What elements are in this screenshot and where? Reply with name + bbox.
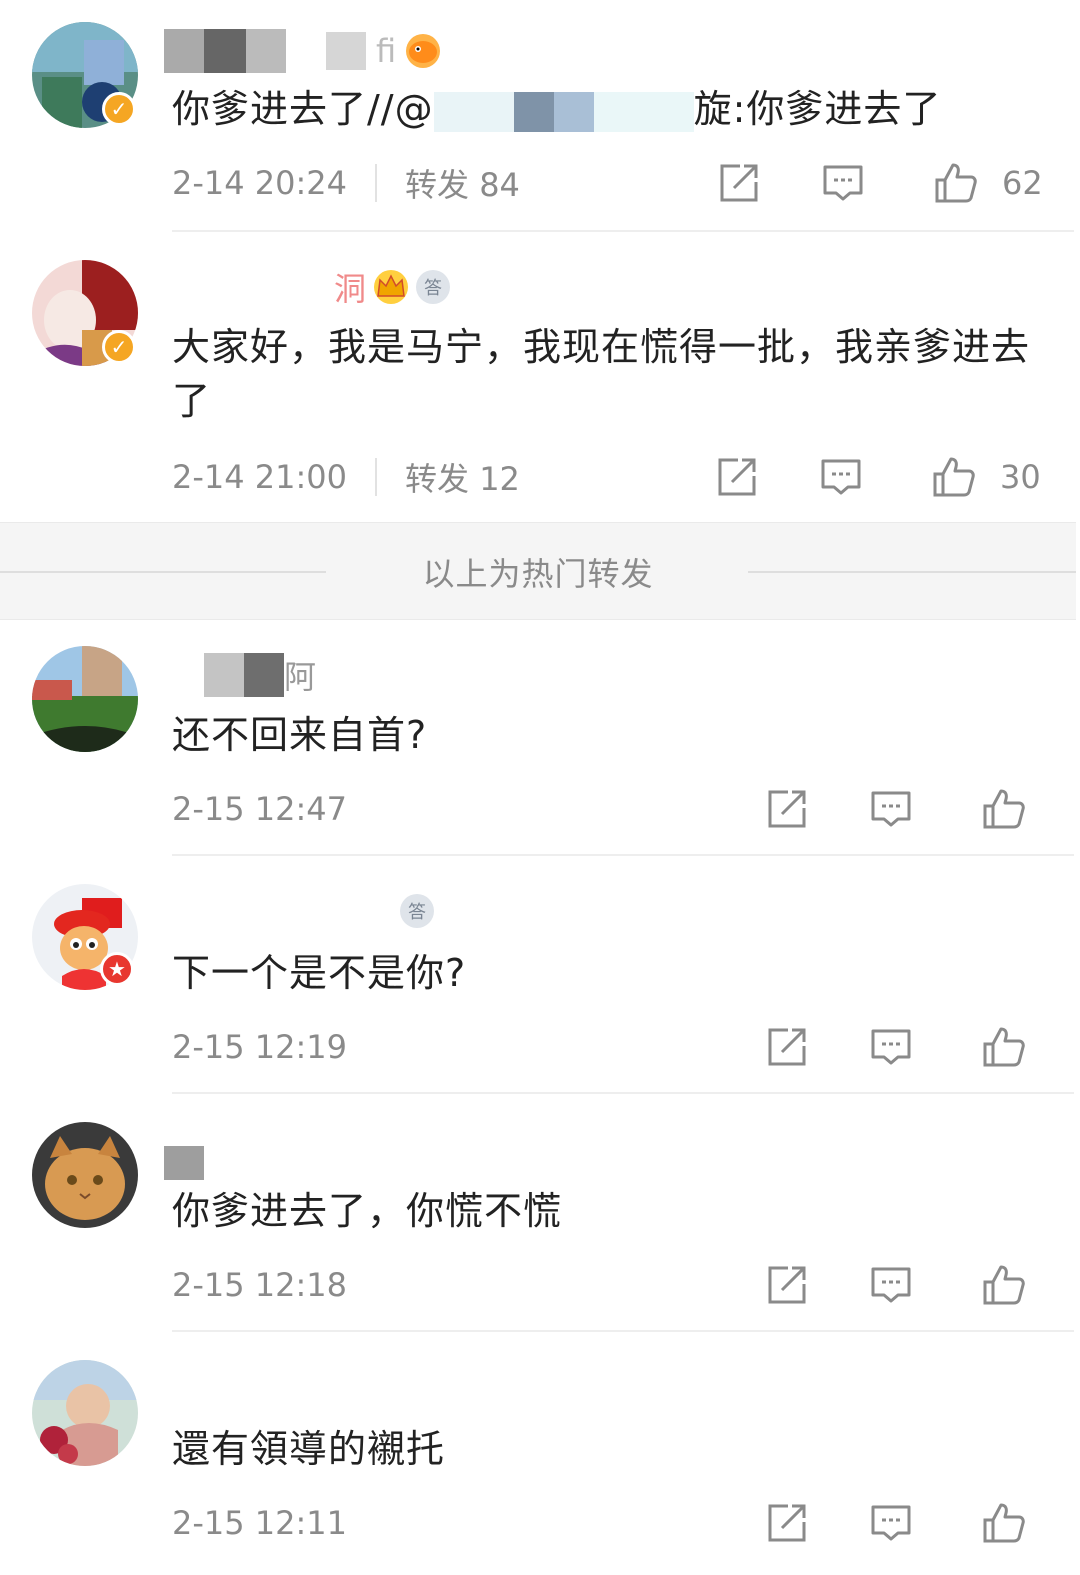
repost-count[interactable]: 转发 84	[405, 160, 520, 206]
timestamp: 2-15 12:47	[172, 790, 348, 828]
share-icon[interactable]	[716, 456, 758, 498]
username-visible-fragment: 洞	[334, 270, 367, 308]
repost-text: 還有領導的襯托	[172, 1427, 446, 1471]
repost-item: ✓ fi 你爹进去了//@ 旋:你爹进去了 2-14 20:24 转发 84 62	[0, 0, 1080, 232]
share-icon[interactable]	[766, 1026, 808, 1068]
username[interactable]: 阿	[164, 650, 316, 700]
post-meta: 2-14 20:24 转发 84	[172, 160, 520, 206]
divider	[375, 164, 378, 202]
share-icon[interactable]	[718, 162, 760, 204]
post-meta: 2-15 12:11	[172, 1500, 347, 1546]
like-icon[interactable]	[934, 162, 978, 204]
comment-icon[interactable]	[870, 1503, 912, 1543]
repost-item: 你爹进去了，你慌不慌 2-15 12:18	[0, 1094, 1080, 1332]
repost-count[interactable]: 转发 12	[405, 454, 520, 500]
repost-item: 還有領導的襯托 2-15 12:11	[0, 1332, 1080, 1575]
post-meta: 2-15 12:18	[172, 1262, 347, 1308]
timestamp: 2-15 12:11	[172, 1504, 348, 1542]
repost-text: 还不回来自首?	[172, 713, 428, 757]
username[interactable]: 答	[164, 886, 434, 936]
like-count: 62	[1002, 164, 1043, 202]
divider	[375, 458, 378, 496]
verified-badge-icon: ✓	[102, 92, 136, 126]
like-count: 30	[1000, 458, 1041, 496]
comment-icon[interactable]	[870, 1027, 912, 1067]
post-meta: 2-15 12:47	[172, 786, 347, 832]
timestamp: 2-15 12:19	[172, 1028, 348, 1066]
username-visible-fragment: fi	[376, 32, 397, 70]
comment-icon[interactable]	[822, 163, 864, 203]
answer-medal-icon: 答	[400, 894, 434, 928]
verified-badge-icon: ✓	[102, 330, 136, 364]
pufferfish-icon	[406, 34, 441, 68]
hot-reposts-divider: 以上为热门转发	[0, 522, 1076, 620]
like-icon[interactable]	[982, 788, 1026, 830]
repost-item: ✓ 洞 答 大家好，我是马宁，我现在慌得一批，我亲爹进去了 2-14 21:00…	[0, 232, 1080, 522]
repost-item: 阿 还不回来自首? 2-15 12:47	[0, 618, 1080, 856]
avatar[interactable]	[32, 1122, 138, 1228]
avatar[interactable]	[32, 646, 138, 752]
repost-text: 大家好，我是马宁，我现在慌得一批，我亲爹进去了	[172, 325, 1031, 423]
like-icon[interactable]	[932, 456, 976, 498]
share-icon[interactable]	[766, 788, 808, 830]
like-icon[interactable]	[982, 1026, 1026, 1068]
repost-text: 你爹进去了//@ 旋:你爹进去了	[172, 87, 942, 132]
repost-text: 下一个是不是你?	[172, 951, 467, 995]
divider-line-right	[748, 571, 1076, 573]
crown-icon	[374, 270, 409, 304]
username[interactable]: fi	[164, 26, 441, 76]
timestamp: 2-14 21:00	[172, 458, 348, 496]
repost-text: 你爹进去了，你慌不慌	[172, 1189, 563, 1233]
username[interactable]: 洞 答	[164, 262, 451, 312]
red-star-badge-icon: ★	[100, 952, 134, 986]
repost-item: ★ 答 下一个是不是你? 2-15 12:19	[0, 856, 1080, 1094]
share-icon[interactable]	[766, 1264, 808, 1306]
avatar[interactable]	[32, 1360, 138, 1466]
like-icon[interactable]	[982, 1502, 1026, 1544]
post-meta: 2-15 12:19	[172, 1024, 347, 1070]
answer-medal-icon: 答	[416, 270, 451, 304]
comment-icon[interactable]	[870, 789, 912, 829]
username-visible-fragment: 阿	[284, 658, 317, 696]
timestamp: 2-15 12:18	[172, 1266, 348, 1304]
post-meta: 2-14 21:00 转发 12	[172, 454, 520, 500]
share-icon[interactable]	[766, 1502, 808, 1544]
like-icon[interactable]	[982, 1264, 1026, 1306]
timestamp: 2-14 20:24	[172, 164, 348, 202]
username[interactable]	[164, 1138, 204, 1188]
comment-icon[interactable]	[820, 457, 862, 497]
comment-icon[interactable]	[870, 1265, 912, 1305]
